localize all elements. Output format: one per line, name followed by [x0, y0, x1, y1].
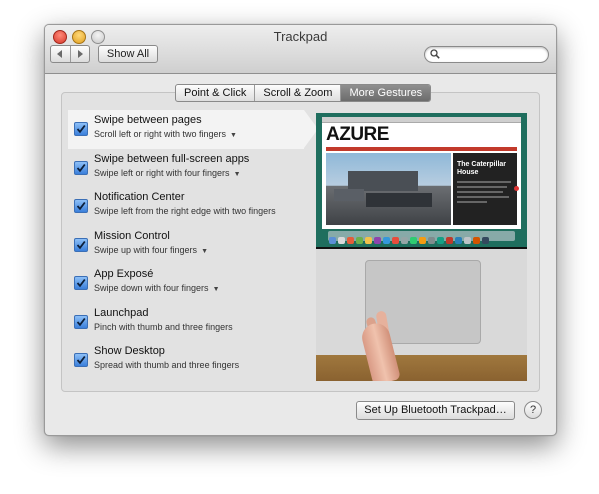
setup-bluetooth-trackpad-button[interactable]: Set Up Bluetooth Trackpad… [356, 401, 515, 420]
dropdown-arrow-icon[interactable]: ▼ [201, 248, 208, 255]
gesture-subtitle: Pinch with thumb and three fingers [94, 321, 233, 332]
chevron-left-icon [57, 50, 63, 58]
gesture-title: Show Desktop [94, 345, 165, 357]
article-line [457, 186, 507, 188]
gesture-subtitle[interactable]: Swipe down with four fingers ▼ [94, 283, 220, 293]
gesture-checkbox[interactable] [74, 160, 88, 175]
tab-more-gestures[interactable]: More Gestures [341, 85, 431, 101]
gesture-item-fullscreen-apps[interactable]: Swipe between full-screen apps Swipe lef… [68, 149, 304, 188]
search-field[interactable] [424, 46, 549, 63]
photo-shape [334, 189, 364, 201]
gesture-checkbox[interactable] [74, 276, 88, 290]
window-title: Trackpad [273, 29, 328, 44]
gesture-subtitle-text: Scroll left or right with two fingers [94, 129, 227, 139]
article-line [457, 191, 503, 193]
gesture-subtitle: Spread with thumb and three fingers [94, 360, 240, 370]
gesture-item-app-expose[interactable]: App Exposé Swipe down with four fingers ▼ [68, 264, 304, 303]
gesture-item-swipe-pages[interactable]: Swipe between pages Scroll left or right… [68, 110, 318, 149]
gesture-title: Launchpad [94, 306, 149, 319]
back-forward-control [50, 45, 90, 63]
browser-chrome [322, 117, 521, 123]
preview-screen: AZURE The Caterpillar House [316, 113, 527, 249]
gesture-subtitle-text: Swipe up with four fingers [94, 244, 198, 255]
gesture-item-mission-control[interactable]: Mission Control Swipe up with four finge… [68, 226, 304, 265]
site-logo: AZURE [326, 124, 389, 145]
gesture-checkbox[interactable] [74, 122, 88, 136]
gesture-subtitle: Swipe left from the right edge with two … [94, 206, 276, 216]
checkmark-icon [76, 124, 86, 134]
article-line [457, 196, 509, 198]
gesture-checkbox[interactable] [74, 353, 88, 367]
gesture-item-launchpad[interactable]: Launchpad Pinch with thumb and three fin… [68, 303, 304, 342]
preview-dock [328, 231, 515, 244]
house-photo [326, 153, 451, 225]
dropdown-arrow-icon[interactable]: ▼ [213, 286, 220, 293]
photo-shape [366, 193, 432, 207]
gesture-checkbox[interactable] [74, 199, 88, 213]
forward-button[interactable] [71, 46, 90, 62]
checkmark-icon [76, 201, 86, 211]
back-button[interactable] [51, 46, 71, 62]
magnifier-icon [430, 49, 440, 59]
gesture-title: App Exposé [94, 268, 154, 280]
article-line [457, 201, 487, 203]
dropdown-arrow-icon[interactable]: ▼ [234, 171, 241, 178]
dropdown-arrow-icon[interactable]: ▼ [230, 132, 237, 139]
gestures-panel: Swipe between pages Scroll left or right… [61, 92, 540, 392]
article-line [457, 181, 511, 183]
gesture-subtitle-text: Swipe down with four fingers [94, 283, 209, 293]
help-button[interactable]: ? [524, 401, 542, 419]
gesture-subtitle[interactable]: Swipe left or right with four fingers ▼ [94, 168, 241, 178]
gesture-checkbox[interactable] [74, 314, 88, 329]
chevron-right-icon [77, 50, 83, 58]
gesture-subtitle[interactable]: Swipe up with four fingers ▼ [94, 245, 208, 255]
gesture-title: Notification Center [94, 191, 185, 203]
preview-table [316, 355, 527, 381]
checkmark-icon [76, 355, 86, 365]
checkmark-icon [76, 317, 86, 326]
article-panel: The Caterpillar House [453, 153, 519, 225]
checkmark-icon [76, 163, 86, 172]
checkmark-icon [76, 278, 86, 288]
search-input[interactable] [443, 48, 541, 61]
photo-shape [348, 171, 418, 191]
show-all-button[interactable]: Show All [98, 45, 158, 63]
gesture-item-show-desktop[interactable]: Show Desktop Spread with thumb and three… [68, 341, 304, 380]
gesture-preview-video: AZURE The Caterpillar House [316, 113, 527, 381]
gesture-title: Mission Control [94, 229, 170, 242]
article-title: The Caterpillar House [457, 161, 507, 176]
next-arrow-icon [514, 186, 519, 191]
gesture-checkbox[interactable] [74, 237, 88, 252]
tab-bar: Point & Click Scroll & Zoom More Gesture… [175, 84, 432, 102]
tab-point-click[interactable]: Point & Click [176, 85, 256, 101]
gesture-title: Swipe between pages [94, 114, 202, 126]
gesture-list: Swipe between pages Scroll left or right… [68, 110, 318, 380]
gesture-title: Swipe between full-screen apps [94, 152, 250, 165]
site-navbar [326, 147, 517, 151]
titlebar: Trackpad Show All [45, 25, 556, 74]
gesture-item-notification-center[interactable]: Notification Center Swipe left from the … [68, 187, 304, 226]
gesture-subtitle[interactable]: Scroll left or right with two fingers ▼ [94, 129, 237, 139]
preview-browser: AZURE The Caterpillar House [322, 117, 521, 229]
gesture-subtitle-text: Swipe left or right with four fingers [94, 167, 230, 178]
tab-scroll-zoom[interactable]: Scroll & Zoom [255, 85, 342, 101]
preferences-window: Trackpad Show All Point & Click Scroll &… [44, 24, 557, 436]
checkmark-icon [76, 240, 86, 249]
